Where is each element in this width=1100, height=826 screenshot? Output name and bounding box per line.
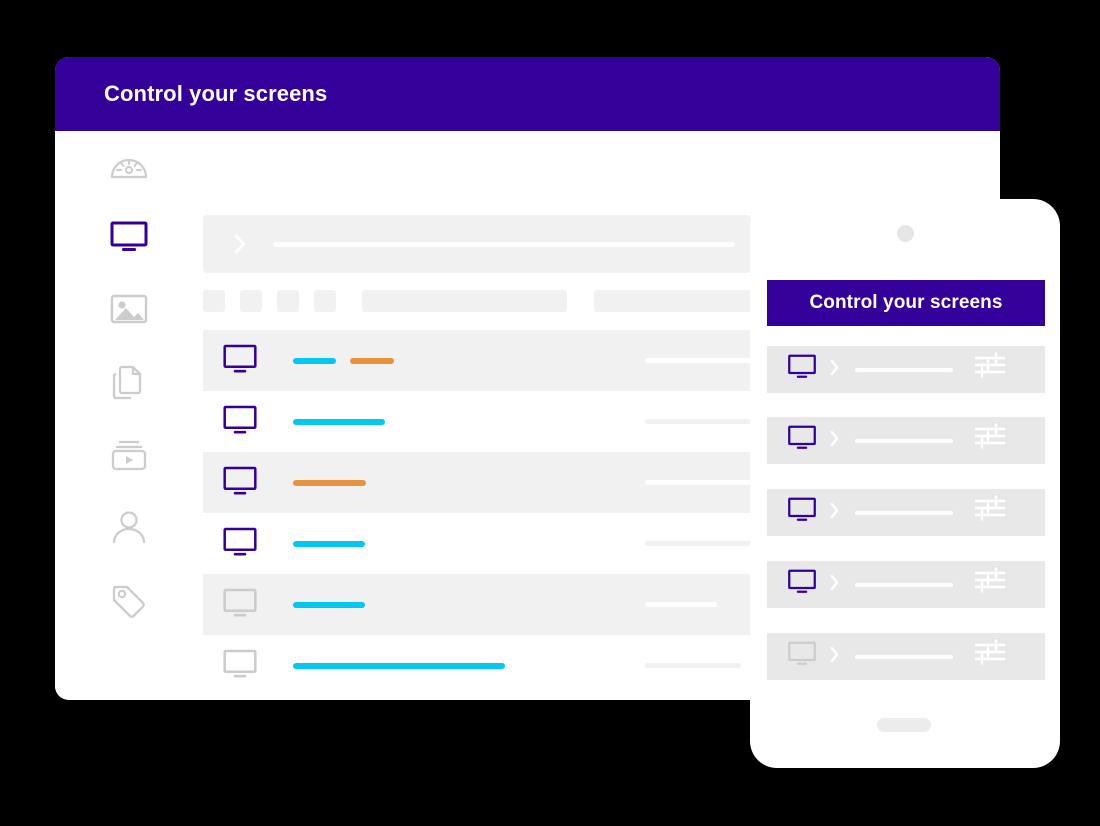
monitor-screen-icon xyxy=(222,466,258,502)
monitor-screen-icon xyxy=(109,220,149,252)
phone-row-label-line xyxy=(855,438,953,443)
desktop-header-bar: Control your screens xyxy=(55,57,1000,131)
monitor-screen-icon xyxy=(787,641,817,672)
monitor-screen-icon xyxy=(787,354,817,385)
status-bar-1 xyxy=(293,419,385,425)
status-bar-1 xyxy=(293,663,505,669)
row-detail-line xyxy=(645,602,717,607)
dashboard-gauge-icon xyxy=(109,151,149,181)
status-bar-1 xyxy=(293,602,365,608)
phone-list-item[interactable] xyxy=(767,417,1045,464)
chevron-right-icon xyxy=(829,645,840,669)
person-user-icon xyxy=(110,510,148,544)
sliders-settings-icon[interactable] xyxy=(973,495,1007,530)
row-detail-line xyxy=(645,663,741,668)
monitor-screen-icon xyxy=(222,649,258,685)
toolbar-chip-4[interactable] xyxy=(314,290,336,312)
sidebar-item-documents[interactable] xyxy=(55,357,203,407)
monitor-screen-icon xyxy=(787,425,817,456)
sidebar-item-users[interactable] xyxy=(55,502,203,552)
toolbar-chip-3[interactable] xyxy=(277,290,299,312)
monitor-screen-icon xyxy=(787,569,817,600)
monitor-screen-icon xyxy=(222,405,258,441)
phone-row-label-line xyxy=(855,582,953,587)
phone-row-label-line xyxy=(855,510,953,515)
chevron-right-icon xyxy=(829,429,840,453)
phone-header-bar: Control your screens xyxy=(767,280,1045,326)
toolbar-field-1[interactable] xyxy=(362,290,567,312)
image-picture-icon xyxy=(110,293,148,325)
sliders-settings-icon[interactable] xyxy=(973,567,1007,602)
sidebar-item-tags[interactable] xyxy=(55,575,203,625)
monitor-screen-icon xyxy=(222,588,258,624)
toolbar-chip-2[interactable] xyxy=(240,290,262,312)
sidebar-navigation xyxy=(55,131,203,700)
tag-label-icon xyxy=(110,582,148,618)
monitor-screen-icon xyxy=(222,344,258,380)
chevron-right-icon xyxy=(233,233,247,255)
toolbar-chip-1[interactable] xyxy=(203,290,225,312)
chevron-right-icon xyxy=(829,358,840,382)
phone-list-item[interactable] xyxy=(767,346,1045,393)
sidebar-item-media[interactable] xyxy=(55,284,203,334)
chevron-right-icon xyxy=(829,573,840,597)
status-bar-2 xyxy=(350,358,394,364)
documents-files-icon xyxy=(110,364,148,400)
search-input[interactable] xyxy=(203,215,751,273)
sliders-settings-icon[interactable] xyxy=(973,352,1007,387)
sidebar-item-screens[interactable] xyxy=(55,211,203,261)
search-placeholder-line xyxy=(273,241,735,247)
sidebar-item-playlists[interactable] xyxy=(55,430,203,480)
phone-row-label-line xyxy=(855,654,953,659)
status-bar-1 xyxy=(293,358,336,364)
front-camera-icon xyxy=(897,225,914,242)
sliders-settings-icon[interactable] xyxy=(973,639,1007,674)
phone-list-item[interactable] xyxy=(767,633,1045,680)
video-player-icon xyxy=(110,438,148,472)
phone-mockup: Control your screens xyxy=(750,199,1060,768)
monitor-screen-icon xyxy=(222,527,258,563)
monitor-screen-icon xyxy=(787,497,817,528)
phone-row-label-line xyxy=(855,367,953,372)
phone-page-title: Control your screens xyxy=(809,292,1003,313)
home-indicator xyxy=(877,718,931,732)
chevron-right-icon xyxy=(829,501,840,525)
sliders-settings-icon[interactable] xyxy=(973,423,1007,458)
sidebar-item-dashboard[interactable] xyxy=(55,141,203,191)
page-title: Control your screens xyxy=(104,81,328,106)
status-bar-1 xyxy=(293,480,366,486)
phone-list-item[interactable] xyxy=(767,489,1045,536)
phone-list-item[interactable] xyxy=(767,561,1045,608)
status-bar-1 xyxy=(293,541,365,547)
screenshot-stage: Control your screens Control your screen… xyxy=(0,0,1100,826)
